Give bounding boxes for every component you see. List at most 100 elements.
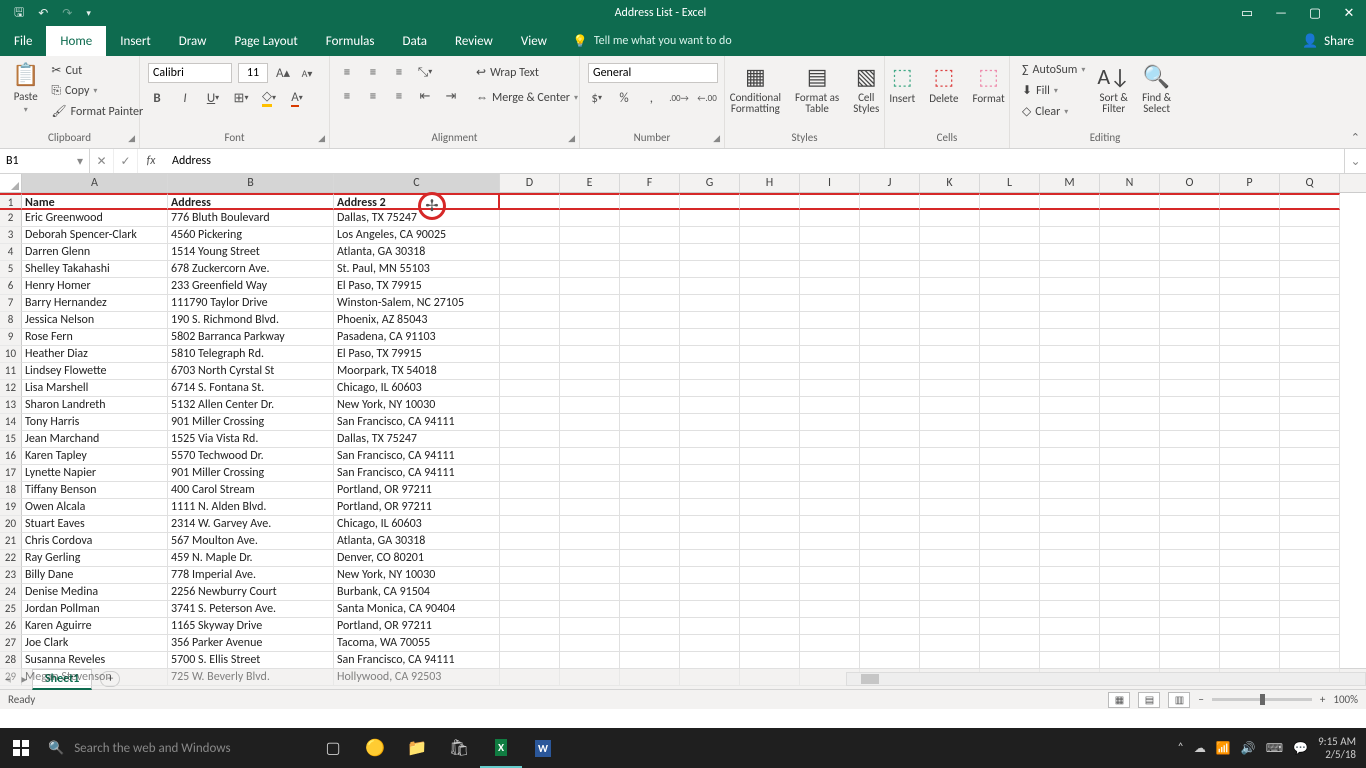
wrap-text-button[interactable]: ↩Wrap Text	[472, 63, 582, 82]
cell[interactable]	[560, 431, 620, 448]
cell[interactable]	[680, 363, 740, 380]
cell[interactable]	[740, 618, 800, 635]
cell[interactable]	[1100, 363, 1160, 380]
cell[interactable]	[800, 516, 860, 533]
cell[interactable]	[560, 193, 620, 210]
cell[interactable]	[1160, 567, 1220, 584]
cell[interactable]: 1111 N. Alden Blvd.	[168, 499, 334, 516]
column-header-N[interactable]: N	[1100, 174, 1160, 192]
cell[interactable]	[800, 193, 860, 210]
cell[interactable]: 1525 Via Vista Rd.	[168, 431, 334, 448]
cell[interactable]	[1040, 210, 1100, 227]
cell[interactable]	[1220, 482, 1280, 499]
cell[interactable]	[1280, 193, 1340, 210]
cell[interactable]	[500, 618, 560, 635]
column-header-L[interactable]: L	[980, 174, 1040, 192]
cell[interactable]	[1160, 652, 1220, 669]
keyboard-icon[interactable]: ⌨	[1266, 741, 1283, 756]
cell[interactable]	[920, 482, 980, 499]
cell[interactable]: 901 Miller Crossing	[168, 465, 334, 482]
cell[interactable]	[860, 210, 920, 227]
cell[interactable]	[560, 227, 620, 244]
cell[interactable]: Los Angeles, CA 90025	[334, 227, 500, 244]
cell[interactable]	[1220, 278, 1280, 295]
row-header[interactable]: 28	[0, 652, 22, 669]
cell[interactable]	[980, 193, 1040, 210]
cell[interactable]	[1100, 278, 1160, 295]
cell[interactable]	[680, 533, 740, 550]
cell[interactable]: Atlanta, GA 30318	[334, 533, 500, 550]
cell[interactable]	[1160, 635, 1220, 652]
cell[interactable]	[860, 295, 920, 312]
cell[interactable]	[800, 584, 860, 601]
cell[interactable]	[800, 618, 860, 635]
cell[interactable]	[980, 465, 1040, 482]
cell[interactable]	[560, 346, 620, 363]
cell[interactable]	[680, 516, 740, 533]
cell[interactable]	[1040, 431, 1100, 448]
cell[interactable]	[980, 652, 1040, 669]
cell[interactable]: Santa Monica, CA 90404	[334, 601, 500, 618]
page-layout-view-icon[interactable]: ▤	[1138, 692, 1160, 708]
cell[interactable]	[1280, 635, 1340, 652]
cell[interactable]	[620, 618, 680, 635]
cell[interactable]	[620, 567, 680, 584]
cell[interactable]	[500, 601, 560, 618]
cell[interactable]	[560, 601, 620, 618]
cell[interactable]	[1160, 278, 1220, 295]
cell[interactable]	[1040, 618, 1100, 635]
column-header-H[interactable]: H	[740, 174, 800, 192]
cell[interactable]	[800, 652, 860, 669]
cell[interactable]	[1040, 465, 1100, 482]
number-format-select[interactable]	[588, 63, 718, 83]
cell[interactable]	[620, 465, 680, 482]
cell[interactable]	[620, 533, 680, 550]
cell[interactable]	[680, 584, 740, 601]
cell[interactable]	[1160, 448, 1220, 465]
cell[interactable]: 233 Greenfield Way	[168, 278, 334, 295]
cell[interactable]	[500, 210, 560, 227]
cell[interactable]: Chris Cordova	[22, 533, 168, 550]
row-header[interactable]: 18	[0, 482, 22, 499]
network-icon[interactable]: 📶	[1216, 741, 1231, 756]
row-header[interactable]: 27	[0, 635, 22, 652]
cell[interactable]	[800, 533, 860, 550]
cell[interactable]: 678 Zuckercorn Ave.	[168, 261, 334, 278]
cell[interactable]	[1220, 380, 1280, 397]
cell[interactable]: 5802 Barranca Parkway	[168, 329, 334, 346]
qat-customize-icon[interactable]: ▾	[86, 8, 91, 19]
cell[interactable]: Atlanta, GA 30318	[334, 244, 500, 261]
cell[interactable]: 190 S. Richmond Blvd.	[168, 312, 334, 329]
select-all-button[interactable]	[0, 174, 22, 192]
cell[interactable]	[920, 363, 980, 380]
cell[interactable]	[1280, 295, 1340, 312]
dialog-launcher-icon[interactable]: ◢	[318, 133, 325, 144]
cell[interactable]	[980, 567, 1040, 584]
word-taskbar-icon[interactable]: W	[522, 728, 564, 768]
cell[interactable]: Portland, OR 97211	[334, 499, 500, 516]
cell[interactable]	[1100, 397, 1160, 414]
cell[interactable]	[1040, 635, 1100, 652]
cell[interactable]	[1160, 295, 1220, 312]
cell[interactable]	[620, 346, 680, 363]
cell[interactable]	[620, 227, 680, 244]
cell[interactable]	[1100, 635, 1160, 652]
cell[interactable]	[740, 431, 800, 448]
fill-color-button[interactable]: ◇▾	[260, 89, 278, 107]
cell[interactable]	[740, 193, 800, 210]
cell[interactable]	[620, 329, 680, 346]
cell[interactable]	[680, 499, 740, 516]
cell[interactable]	[1280, 278, 1340, 295]
column-header-M[interactable]: M	[1040, 174, 1100, 192]
row-header[interactable]: 21	[0, 533, 22, 550]
cell[interactable]	[560, 584, 620, 601]
cell[interactable]	[680, 550, 740, 567]
cell[interactable]	[740, 363, 800, 380]
cell[interactable]	[1280, 312, 1340, 329]
cell[interactable]	[980, 635, 1040, 652]
fill-button[interactable]: ⬇Fill▾	[1018, 81, 1089, 100]
cell[interactable]: 111790 Taylor Drive	[168, 295, 334, 312]
cell[interactable]	[500, 346, 560, 363]
tab-insert[interactable]: Insert	[106, 26, 165, 56]
cell[interactable]	[500, 635, 560, 652]
